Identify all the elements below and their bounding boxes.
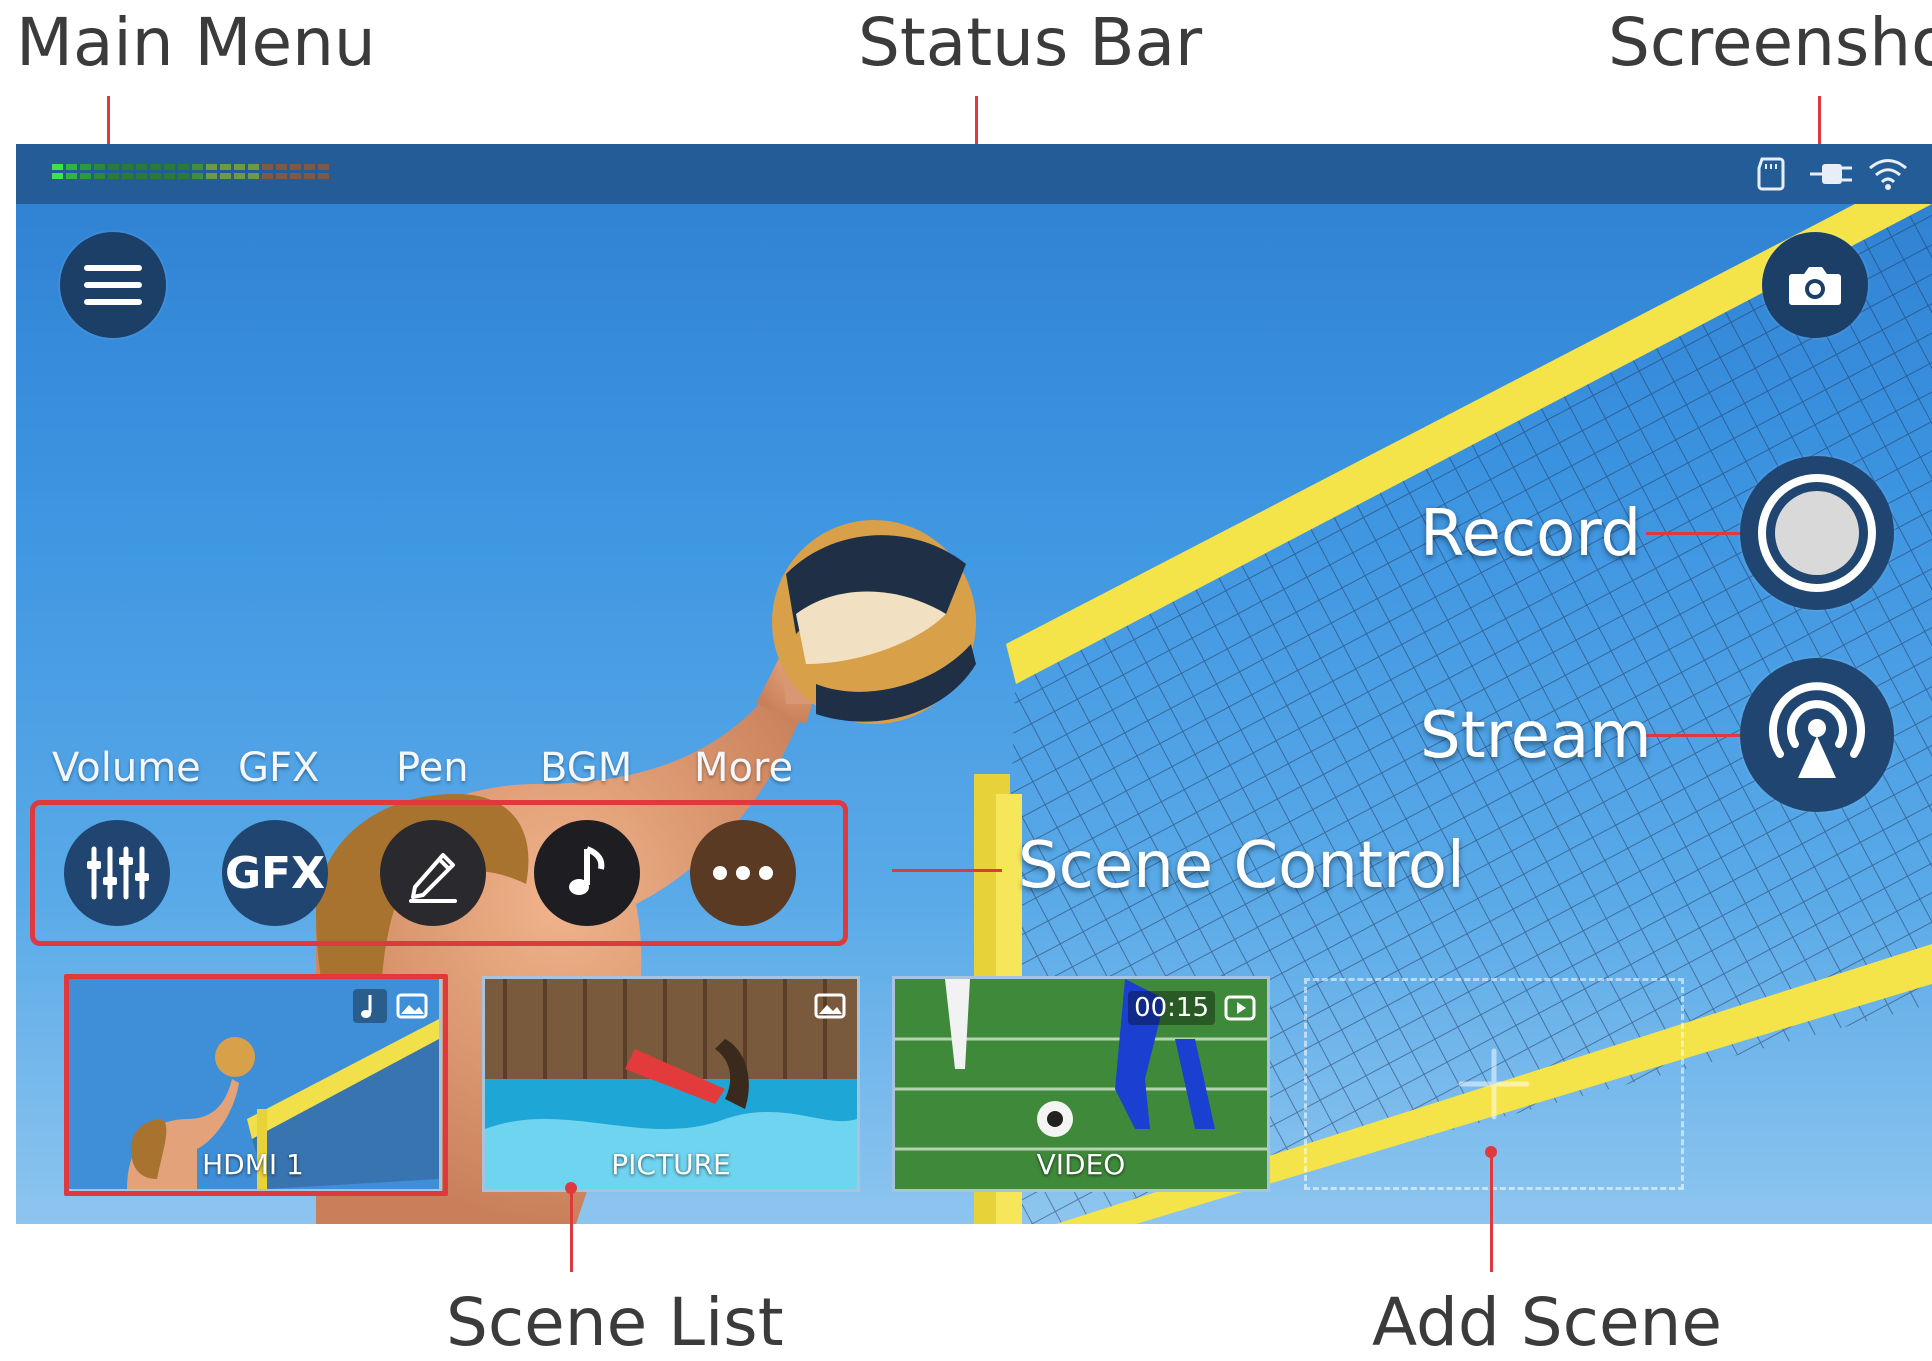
scene-thumb-video-label: VIDEO [1036,1148,1126,1181]
callout-status-bar: Status Bar [858,4,1203,81]
scene-control-label-pen: Pen [396,745,469,791]
audio-level-meter [52,164,329,179]
live-preview-screen[interactable]: Record Stream Scene Control Volume GFX P… [16,144,1932,1224]
sd-card-icon [1757,157,1785,191]
main-menu-button[interactable] [60,232,166,338]
scene-control-label-volume: Volume [52,745,201,791]
stream-button[interactable] [1740,658,1894,812]
leader-scene-list-dot [565,1182,577,1194]
power-plug-icon [1810,164,1852,184]
broadcast-icon [1769,682,1865,778]
add-scene-button[interactable] [1304,978,1684,1190]
leader-scene-control [892,869,1002,872]
video-duration: 00:15 [1128,991,1215,1025]
record-button[interactable] [1740,456,1894,610]
scene-control-label-more: More [694,745,794,791]
leader-add-scene [1490,1152,1493,1272]
image-icon [814,993,846,1019]
leader-add-scene-dot [1485,1146,1497,1158]
callout-screenshot: Screenshot [1608,4,1932,81]
scene-thumb-picture-label: PICTURE [611,1148,731,1181]
scene-thumb-video-badges: 00:15 [1128,991,1257,1025]
scene-control-label-bgm: BGM [540,745,633,791]
screenshot-button[interactable] [1762,232,1868,338]
scene-control-label-gfx: GFX [238,745,320,791]
callout-record: Record [1420,497,1642,571]
video-play-icon [1224,995,1256,1021]
scene-thumb-picture[interactable]: PICTURE [482,976,860,1192]
hamburger-icon [84,265,142,305]
status-bar [16,144,1932,204]
leader-stream [1646,734,1740,737]
callout-scene-list: Scene List [446,1284,784,1361]
leader-record [1646,532,1740,535]
wifi-icon [1869,159,1907,190]
callout-add-scene: Add Scene [1372,1284,1722,1361]
leader-scene-list [570,1190,573,1272]
callout-scene-control: Scene Control [1018,829,1465,903]
record-circle-icon [1758,474,1876,592]
scene-selected-highlight [64,974,448,1196]
scene-thumb-video[interactable]: 00:15 VIDEO [892,976,1270,1192]
callout-stream: Stream [1420,699,1652,773]
scene-thumb-picture-badges [813,989,847,1027]
camera-icon [1789,267,1841,305]
callout-main-menu: Main Menu [16,4,376,81]
scene-control-highlight [30,800,848,946]
